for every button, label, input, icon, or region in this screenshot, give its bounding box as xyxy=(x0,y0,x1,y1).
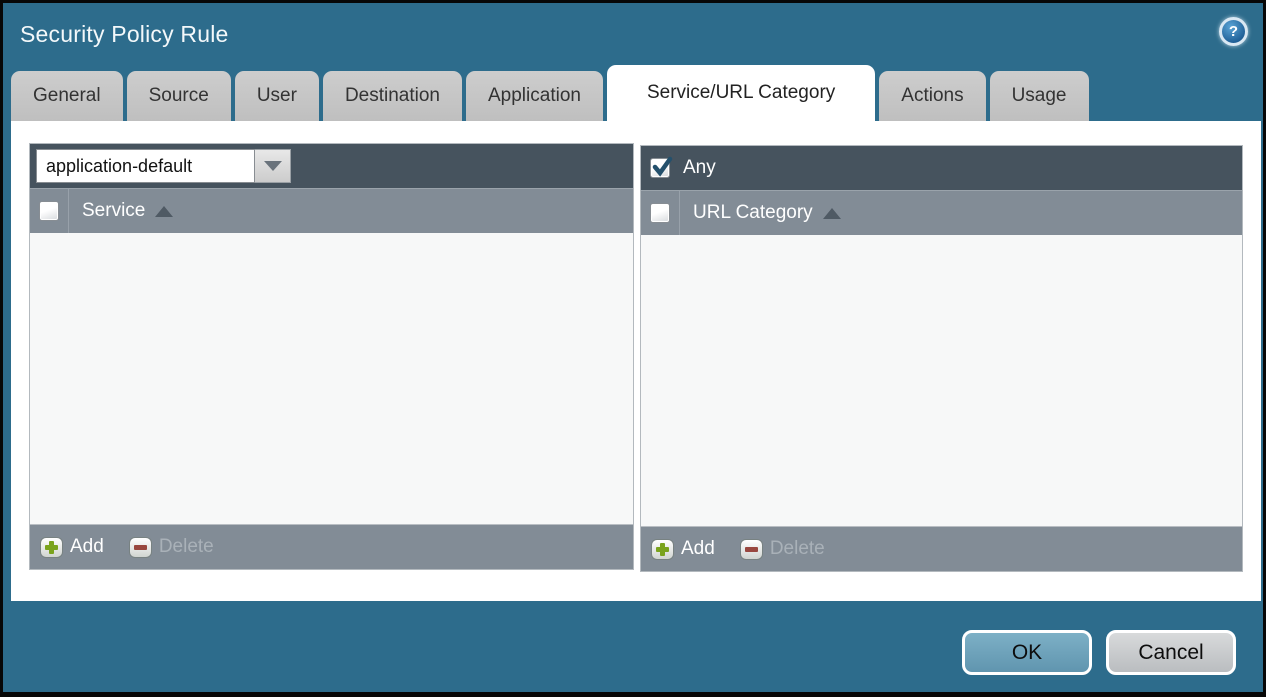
service-type-dropdown[interactable]: application-default xyxy=(36,149,291,183)
add-service-button[interactable]: Add xyxy=(41,536,104,558)
add-service-label: Add xyxy=(70,536,104,558)
add-url-category-button[interactable]: Add xyxy=(652,538,715,560)
service-select-all-cell xyxy=(30,189,69,233)
tab-source[interactable]: Source xyxy=(127,71,231,121)
tab-user[interactable]: User xyxy=(235,71,319,121)
service-column-header[interactable]: Service xyxy=(82,200,145,222)
any-checkbox[interactable] xyxy=(650,158,670,178)
service-list xyxy=(30,233,633,524)
tab-general[interactable]: General xyxy=(11,71,123,121)
tab-destination[interactable]: Destination xyxy=(323,71,462,121)
any-checkbox-label: Any xyxy=(683,157,716,179)
url-category-column-header[interactable]: URL Category xyxy=(693,202,813,224)
tab-application[interactable]: Application xyxy=(466,71,603,121)
chevron-down-icon xyxy=(264,161,282,171)
url-category-column-header-row: URL Category xyxy=(641,190,1242,235)
service-select-all-checkbox[interactable] xyxy=(39,201,59,221)
tab-service-url-category[interactable]: Service/URL Category xyxy=(607,65,875,121)
tab-usage[interactable]: Usage xyxy=(990,71,1089,121)
tab-content-service-url-category: application-default Service xyxy=(11,121,1261,601)
url-category-select-all-cell xyxy=(641,191,680,235)
delete-url-category-label: Delete xyxy=(770,538,825,560)
url-category-list xyxy=(641,235,1242,526)
add-url-category-label: Add xyxy=(681,538,715,560)
tab-actions[interactable]: Actions xyxy=(879,71,985,121)
ok-button[interactable]: OK xyxy=(962,630,1092,675)
tab-bar: General Source User Destination Applicat… xyxy=(11,65,1255,121)
sort-ascending-icon xyxy=(155,206,173,217)
service-column-header-row: Service xyxy=(30,188,633,233)
plus-icon xyxy=(652,540,673,559)
service-panel-footer: Add Delete xyxy=(30,524,633,569)
url-category-panel-footer: Add Delete xyxy=(641,526,1242,571)
delete-url-category-button[interactable]: Delete xyxy=(741,538,825,560)
url-category-select-all-checkbox[interactable] xyxy=(650,203,670,223)
sort-ascending-icon xyxy=(823,208,841,219)
service-panel-header: application-default xyxy=(30,144,633,188)
minus-icon xyxy=(130,538,151,557)
dialog-title: Security Policy Rule xyxy=(20,21,229,48)
url-category-panel: Any URL Category Add Delet xyxy=(640,145,1243,572)
help-icon[interactable]: ? xyxy=(1219,17,1248,46)
cancel-button[interactable]: Cancel xyxy=(1106,630,1236,675)
delete-service-label: Delete xyxy=(159,536,214,558)
security-policy-rule-dialog: Security Policy Rule ? General Source Us… xyxy=(0,0,1266,697)
minus-icon xyxy=(741,540,762,559)
dropdown-button[interactable] xyxy=(255,149,291,183)
delete-service-button[interactable]: Delete xyxy=(130,536,214,558)
service-type-dropdown-value: application-default xyxy=(36,149,255,183)
service-panel: application-default Service xyxy=(29,143,634,570)
url-category-panel-header: Any xyxy=(641,146,1242,190)
plus-icon xyxy=(41,538,62,557)
